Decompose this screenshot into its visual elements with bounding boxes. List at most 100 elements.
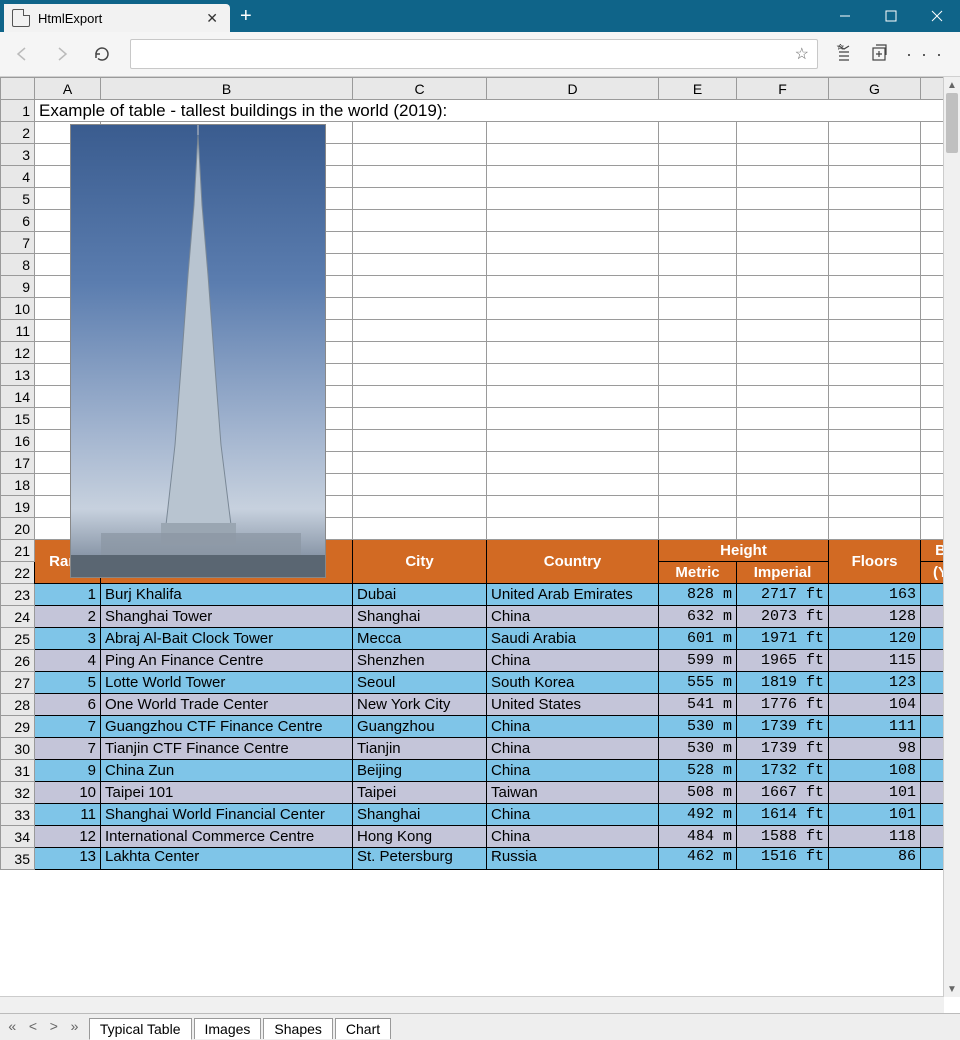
cell-imperial[interactable]: 1667 ft — [737, 782, 829, 804]
cell-rank[interactable]: 2 — [35, 606, 101, 628]
cell-building[interactable]: Taipei 101 — [101, 782, 353, 804]
cell-metric[interactable]: 508 m — [659, 782, 737, 804]
cell-building[interactable]: Ping An Finance Centre — [101, 650, 353, 672]
cell-rank[interactable]: 10 — [35, 782, 101, 804]
col-header[interactable]: A — [35, 78, 101, 100]
hdr-height[interactable]: Height — [659, 540, 829, 562]
cell[interactable] — [487, 210, 659, 232]
cell-building[interactable]: International Commerce Centre — [101, 826, 353, 848]
cell[interactable] — [829, 474, 921, 496]
cell[interactable] — [829, 342, 921, 364]
cell[interactable] — [737, 386, 829, 408]
cell[interactable] — [353, 452, 487, 474]
cell-imperial[interactable]: 1819 ft — [737, 672, 829, 694]
cell[interactable] — [659, 518, 737, 540]
row-header[interactable]: 20 — [1, 518, 35, 540]
collections-icon[interactable] — [870, 44, 890, 65]
cell[interactable] — [921, 386, 945, 408]
cell[interactable] — [737, 364, 829, 386]
cell-building[interactable]: Guangzhou CTF Finance Centre — [101, 716, 353, 738]
cell[interactable] — [737, 144, 829, 166]
cell-floors[interactable]: 101 — [829, 804, 921, 826]
cell[interactable] — [737, 496, 829, 518]
cell[interactable] — [737, 342, 829, 364]
cell[interactable] — [659, 430, 737, 452]
browser-tab[interactable]: HtmlExport ✕ — [4, 4, 230, 32]
cell-country[interactable]: China — [487, 606, 659, 628]
cell[interactable] — [487, 232, 659, 254]
hdr-imperial[interactable]: Imperial — [737, 562, 829, 584]
cell-metric[interactable]: 492 m — [659, 804, 737, 826]
cell-floors[interactable]: 123 — [829, 672, 921, 694]
cell[interactable] — [353, 518, 487, 540]
cell-city[interactable]: Dubai — [353, 584, 487, 606]
cell[interactable] — [659, 364, 737, 386]
cell[interactable] — [659, 298, 737, 320]
cell-floors[interactable]: 163 — [829, 584, 921, 606]
cell-country[interactable]: Saudi Arabia — [487, 628, 659, 650]
close-tab-icon[interactable]: ✕ — [202, 10, 222, 27]
cell[interactable] — [353, 430, 487, 452]
col-header[interactable]: E — [659, 78, 737, 100]
cell-rank[interactable]: 4 — [35, 650, 101, 672]
row-header[interactable]: 32 — [1, 782, 35, 804]
row-header[interactable]: 33 — [1, 804, 35, 826]
cell[interactable] — [737, 254, 829, 276]
cell[interactable] — [353, 210, 487, 232]
cell[interactable] — [921, 452, 945, 474]
cell[interactable] — [829, 232, 921, 254]
cell[interactable] — [829, 386, 921, 408]
cell-metric[interactable]: 601 m — [659, 628, 737, 650]
hdr-built[interactable]: B — [921, 540, 945, 562]
cell-extra[interactable] — [921, 606, 945, 628]
row-header[interactable]: 13 — [1, 364, 35, 386]
cell-city[interactable]: Shanghai — [353, 804, 487, 826]
cell-metric[interactable]: 530 m — [659, 738, 737, 760]
cell-imperial[interactable]: 1516 ft — [737, 848, 829, 870]
row-header[interactable]: 9 — [1, 276, 35, 298]
cell-floors[interactable]: 101 — [829, 782, 921, 804]
row-header[interactable]: 34 — [1, 826, 35, 848]
cell[interactable] — [487, 386, 659, 408]
hdr-metric[interactable]: Metric — [659, 562, 737, 584]
row-header[interactable]: 21 — [1, 540, 35, 562]
cell-building[interactable]: Shanghai World Financial Center — [101, 804, 353, 826]
row-header[interactable]: 26 — [1, 650, 35, 672]
cell-rank[interactable]: 13 — [35, 848, 101, 870]
cell[interactable] — [487, 452, 659, 474]
row-header[interactable]: 27 — [1, 672, 35, 694]
cell-city[interactable]: Hong Kong — [353, 826, 487, 848]
favorites-list-icon[interactable] — [834, 44, 854, 65]
cell[interactable] — [659, 144, 737, 166]
cell-floors[interactable]: 120 — [829, 628, 921, 650]
cell[interactable] — [659, 452, 737, 474]
cell-rank[interactable]: 7 — [35, 716, 101, 738]
cell-extra[interactable] — [921, 738, 945, 760]
row-header[interactable]: 4 — [1, 166, 35, 188]
row-header[interactable]: 7 — [1, 232, 35, 254]
col-header[interactable]: D — [487, 78, 659, 100]
cell-rank[interactable]: 1 — [35, 584, 101, 606]
cell[interactable] — [659, 408, 737, 430]
cell-extra[interactable] — [921, 672, 945, 694]
row-header[interactable]: 35 — [1, 848, 35, 870]
cell-city[interactable]: Tianjin — [353, 738, 487, 760]
vertical-scrollbar[interactable]: ▲ ▼ — [943, 77, 960, 997]
cell[interactable] — [659, 166, 737, 188]
row-header[interactable]: 18 — [1, 474, 35, 496]
cell-city[interactable]: Mecca — [353, 628, 487, 650]
cell-floors[interactable]: 86 — [829, 848, 921, 870]
cell[interactable] — [921, 364, 945, 386]
cell-extra[interactable] — [921, 826, 945, 848]
row-header[interactable]: 2 — [1, 122, 35, 144]
scroll-down-arrow[interactable]: ▼ — [944, 981, 960, 997]
cell[interactable] — [829, 166, 921, 188]
horizontal-scrollbar[interactable] — [0, 996, 944, 1013]
cell-city[interactable]: St. Petersburg — [353, 848, 487, 870]
cell-country[interactable]: China — [487, 716, 659, 738]
cell[interactable] — [921, 122, 945, 144]
cell[interactable] — [737, 210, 829, 232]
row-header[interactable]: 1 — [1, 100, 35, 122]
row-header[interactable]: 24 — [1, 606, 35, 628]
cell[interactable] — [737, 430, 829, 452]
